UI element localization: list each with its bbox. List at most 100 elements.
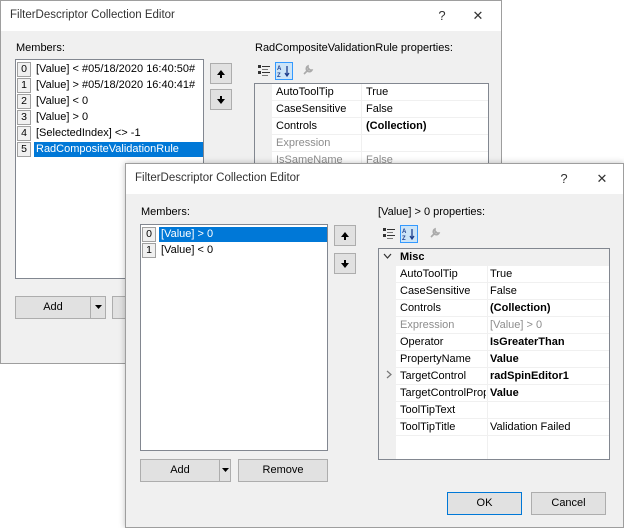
back-add-dropdown-button[interactable] [90,296,106,319]
back-close-icon[interactable]: ✕ [461,1,495,31]
property-row[interactable]: PropertyName Value [379,351,609,368]
member-text: [Value] < 0 [36,95,89,107]
back-move-down-button[interactable] [210,89,232,110]
member-text: [Value] > 0 [159,227,327,242]
member-index: 0 [17,62,31,77]
back-move-up-button[interactable] [210,63,232,84]
ok-button[interactable]: OK [447,492,522,515]
front-add-dropdown-button[interactable] [219,459,231,482]
property-name: CaseSensitive [400,285,471,297]
front-remove-label: Remove [262,464,304,476]
back-add-label: Add [43,301,63,313]
property-row[interactable]: CaseSensitive False [255,101,488,118]
member-index: 5 [17,142,31,157]
list-item-selected[interactable]: 0 [Value] > 0 [142,227,327,242]
arrow-up-icon [341,232,349,240]
back-alphabetical-button[interactable]: AZ [275,62,293,80]
front-title-bar: FilterDescriptor Collection Editor ? ✕ [126,164,623,194]
front-property-grid[interactable]: Misc AutoToolTip True CaseSensitive False … [378,248,610,460]
list-item-selected[interactable]: 5 RadCompositeValidationRule [17,142,203,157]
front-add-label: Add [170,464,190,476]
front-help-button[interactable]: ? [547,164,581,194]
member-text: RadCompositeValidationRule [34,142,203,157]
member-text: [Value] > 0 [36,111,89,123]
property-name: Controls [400,302,441,314]
front-members-list[interactable]: 0 [Value] > 0 1 [Value] < 0 [140,224,328,451]
front-dialog: FilterDescriptor Collection Editor ? ✕ M… [125,163,624,528]
arrow-down-icon [217,96,225,104]
property-name: CaseSensitive [276,103,347,115]
dropdown-arrow-icon [94,305,102,309]
svg-text:A: A [277,66,282,72]
list-item[interactable]: 2 [Value] < 0 [17,94,203,109]
collapse-icon[interactable] [383,249,392,265]
member-index: 2 [17,94,31,109]
back-property-pages-button [299,62,317,80]
member-index: 3 [17,110,31,125]
categorized-icon [258,65,270,76]
member-text: [Value] > #05/18/2020 16:40:41# [36,79,196,91]
property-row[interactable]: AutoToolTip True [255,84,488,101]
wrench-icon [303,64,314,75]
cancel-label: Cancel [551,497,586,509]
expand-icon[interactable] [384,368,393,384]
front-move-down-button[interactable] [334,253,356,274]
front-add-button[interactable]: Add [140,459,220,482]
property-value: False [366,103,393,115]
sort-az-icon: AZ [402,229,415,242]
arrow-down-icon [341,260,349,268]
list-item[interactable]: 0 [Value] < #05/18/2020 16:40:50# [17,62,203,77]
cancel-button[interactable]: Cancel [531,492,606,515]
member-index: 0 [142,227,156,242]
property-value: True [366,86,389,98]
categorized-icon [383,228,395,239]
member-index: 1 [142,243,156,258]
list-item[interactable]: 1 [Value] > #05/18/2020 16:40:41# [17,78,203,93]
list-item[interactable]: 4 [SelectedIndex] <> -1 [17,126,203,141]
property-row[interactable]: Controls (Collection) [255,118,488,135]
svg-text:A: A [402,229,407,235]
property-row[interactable]: Expression [Value] > 0 [379,317,609,334]
property-value: radSpinEditor1 [490,370,569,382]
front-close-icon[interactable]: ✕ [585,164,619,194]
property-value: Value [490,387,519,399]
back-categorized-button[interactable] [255,62,273,80]
back-add-button[interactable]: Add [15,296,91,319]
property-row[interactable]: Operator IsGreaterThan [379,334,609,351]
front-dialog-title: FilterDescriptor Collection Editor [135,172,300,184]
front-members-label: Members: [141,206,190,218]
sort-az-icon: AZ [277,66,290,79]
front-categorized-button[interactable] [380,225,398,243]
member-index: 4 [17,126,31,141]
back-help-button[interactable]: ? [425,1,459,31]
category-row[interactable]: Misc [379,249,609,266]
member-text: [SelectedIndex] <> -1 [36,127,141,139]
property-row[interactable]: TargetControlPrope Value [379,385,609,402]
back-title-bar: FilterDescriptor Collection Editor ? ✕ [1,1,501,31]
list-item[interactable]: 1 [Value] < 0 [142,243,327,258]
property-name: TargetControl [400,370,467,382]
property-row[interactable]: Expression [255,135,488,152]
front-properties-label: [Value] > 0 properties: [378,206,486,218]
property-row[interactable]: ToolTipTitle Validation Failed [379,419,609,436]
property-name: AutoToolTip [400,268,458,280]
front-move-up-button[interactable] [334,225,356,246]
front-alphabetical-button[interactable]: AZ [400,225,418,243]
property-value: [Value] > 0 [490,319,543,331]
property-name: TargetControlPrope [400,387,486,399]
property-row[interactable]: ToolTipText [379,402,609,419]
property-value: (Collection) [366,120,427,132]
member-text: [Value] < #05/18/2020 16:40:50# [36,63,196,75]
svg-text:Z: Z [277,73,281,78]
property-row[interactable]: Controls (Collection) [379,300,609,317]
property-row[interactable]: AutoToolTip True [379,266,609,283]
front-remove-button[interactable]: Remove [238,459,328,482]
category-name: Misc [400,251,425,263]
back-members-label: Members: [16,42,65,54]
property-row[interactable]: TargetControl radSpinEditor1 [379,368,609,385]
property-name: Expression [400,319,455,331]
back-properties-label: RadCompositeValidationRule properties: [255,42,453,54]
list-item[interactable]: 3 [Value] > 0 [17,110,203,125]
back-dialog-title: FilterDescriptor Collection Editor [10,9,175,21]
property-row[interactable]: CaseSensitive False [379,283,609,300]
